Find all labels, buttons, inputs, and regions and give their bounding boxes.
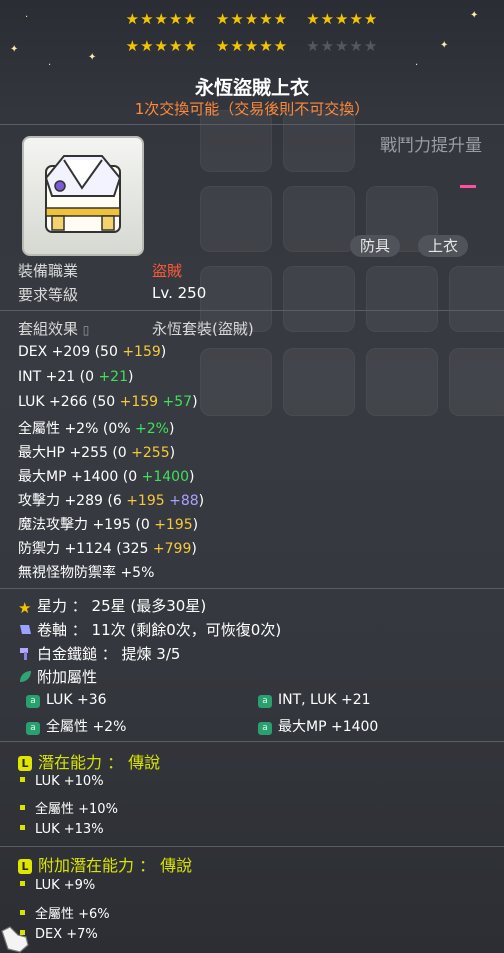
- bonus-potential-line: LUK +9%: [20, 878, 95, 893]
- divider: [0, 588, 504, 589]
- stat-row-luk: LUK +266 (50 +159 +57): [18, 394, 198, 410]
- bonus-potential-title: L 附加潛在能力 ： 傳說: [18, 852, 192, 876]
- set-effect-value[interactable]: 永恆套裝(盜賊): [152, 318, 254, 339]
- potential-title: L 潛在能力 ： 傳說: [18, 749, 160, 773]
- item-name: 永恆盜賊上衣: [194, 77, 309, 99]
- combat-power-indicator: [460, 185, 476, 188]
- potential-line: LUK +10%: [20, 774, 104, 789]
- tag-armor: 防具: [350, 235, 401, 257]
- additional-option: a 全屬性 +2%: [26, 716, 126, 736]
- tag-top: 上衣: [418, 235, 469, 257]
- scroll-icon: [18, 622, 33, 637]
- divider: [0, 741, 504, 742]
- item-tooltip: ✦ · ✦ · ✦ ✦ · ★★★★★ ★★★★★ ★★★★★ ★★★★★ ★★★★★…: [0, 0, 504, 953]
- additional-option-header: 附加屬性: [18, 666, 97, 687]
- job-label: 裝備職業: [18, 262, 79, 280]
- stat-row-int: INT +21 (0 +21): [18, 369, 134, 385]
- glove-cursor-icon: [1, 926, 29, 953]
- additional-badge-icon: a: [258, 695, 272, 708]
- additional-badge-icon: a: [26, 695, 40, 708]
- additional-option: a INT, LUK +21: [258, 692, 371, 708]
- stat-row-attack: 攻擊力 +289 (6 +195 +88): [18, 493, 205, 509]
- additional-option: a LUK +36: [26, 692, 107, 708]
- hammer-icon: [18, 646, 33, 661]
- stat-row-dex: DEX +209 (50 +159): [18, 344, 167, 360]
- potential-line: LUK +13%: [20, 822, 104, 837]
- additional-option: a 最大MP +1400: [258, 716, 378, 736]
- star-icon: ★★★★★: [125, 10, 198, 28]
- stat-row-defense: 防禦力 +1124 (325 +799): [18, 541, 197, 557]
- star-icon: ★★★★★: [125, 37, 198, 55]
- level-value: Lv. 250: [152, 284, 207, 302]
- legendary-icon: L: [18, 859, 32, 874]
- legendary-icon: L: [18, 756, 32, 771]
- star-force-line: ★ 星力 ： 25星 (最多30星): [18, 597, 207, 617]
- divider: [0, 846, 504, 847]
- bonus-potential-line: 全屬性 +6%: [20, 903, 110, 922]
- empty-star-icon: ★★★★★: [306, 37, 379, 55]
- bonus-potential-line: DEX +7%: [20, 927, 98, 942]
- star-icon: ★: [18, 599, 32, 617]
- star-icon: ★★★★★: [306, 10, 379, 28]
- star-force-row-1: ★★★★★ ★★★★★ ★★★★★: [0, 10, 504, 28]
- stat-row-magic-attack: 魔法攻擊力 +195 (0 +195): [18, 517, 199, 533]
- additional-badge-icon: a: [26, 722, 40, 735]
- star-force-row-2: ★★★★★ ★★★★★ ★★★★★: [0, 37, 504, 55]
- hammer-line: 白金鐵鎚 ： 提煉 3/5: [18, 643, 180, 664]
- lock-icon: ▯: [82, 323, 90, 337]
- stat-row-max-mp: 最大MP +1400 (0 +1400): [18, 469, 195, 485]
- stat-row-ignore-def: 無視怪物防禦率 +5%: [18, 565, 155, 581]
- trade-note: 1次交換可能（交易後則不可交換）: [134, 100, 370, 118]
- scroll-line: 卷軸 ： 11次 (剩餘0次，可恢復0次): [18, 619, 281, 640]
- divider: [0, 124, 504, 125]
- divider: [0, 310, 504, 311]
- level-label: 要求等級: [18, 286, 79, 304]
- thief-top-icon: [44, 155, 122, 233]
- set-effect-label: 套組效果 ▯: [18, 320, 90, 338]
- combat-power-label: 戰鬥力提升量: [380, 136, 482, 156]
- item-icon-frame: [22, 136, 144, 256]
- additional-badge-icon: a: [258, 722, 272, 735]
- stat-row-max-hp: 最大HP +255 (0 +255): [18, 445, 176, 461]
- leaf-icon: [18, 669, 33, 684]
- stat-row-all-stat: 全屬性 +2% (0% +2%): [18, 421, 175, 437]
- potential-line: 全屬性 +10%: [20, 798, 118, 817]
- job-value: 盜賊: [152, 262, 183, 280]
- star-icon: ★★★★★: [215, 37, 289, 55]
- star-icon: ★★★★★: [215, 10, 289, 28]
